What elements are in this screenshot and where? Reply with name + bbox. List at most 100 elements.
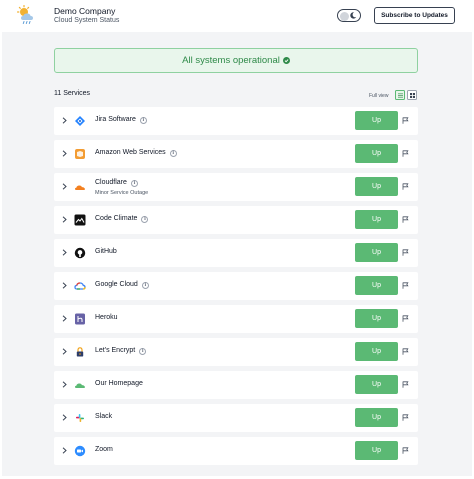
heroku-icon [74,313,86,325]
page-subtitle: Cloud System Status [54,17,120,24]
service-row[interactable]: Jira Software i Up [54,107,418,135]
grid-icon [409,92,415,98]
service-name: Let's Encrypt i [95,347,147,355]
chevron-right-icon[interactable] [62,282,67,289]
grid-view-button[interactable] [407,90,417,100]
services-count: 11 Services [54,90,91,97]
info-icon[interactable]: i [141,215,149,223]
chevron-right-icon[interactable] [62,348,67,355]
company-name: Demo Company [54,6,116,16]
toggle-knob [340,11,349,21]
lets-encrypt-icon [74,346,86,358]
service-name: GitHub [95,248,117,255]
info-icon[interactable]: i [139,347,147,355]
status-badge[interactable]: Up [355,276,398,295]
service-row[interactable]: Cloudflare i Minor Service Outage Up [54,173,418,201]
service-name-text: Zoom [95,446,113,453]
info-icon[interactable]: i [139,116,147,124]
chevron-right-icon[interactable] [62,414,67,421]
full-view-label: Full view [369,93,389,99]
flag-icon[interactable] [402,315,409,322]
cloudflare-icon [74,181,86,193]
service-row[interactable]: Code Climate i Up [54,206,418,234]
service-name: Amazon Web Services i [95,149,177,157]
list-view-button[interactable] [395,90,405,100]
info-icon[interactable]: i [169,149,177,157]
status-badge[interactable]: Up [355,408,398,427]
status-badge[interactable]: Up [355,144,398,163]
status-badge[interactable]: Up [355,375,398,394]
status-badge[interactable]: Up [355,243,398,262]
status-banner-text: All systems operational [182,55,280,66]
service-name: Google Cloud i [95,281,149,289]
info-icon[interactable]: i [130,179,138,187]
status-badge[interactable]: Up [355,342,398,361]
service-name: Jira Software i [95,116,147,124]
flag-icon[interactable] [402,282,409,289]
flag-icon[interactable] [402,414,409,421]
service-name-text: Cloudflare [95,179,127,186]
service-row[interactable]: Google Cloud i Up [54,272,418,300]
flag-icon[interactable] [402,447,409,454]
github-icon [74,247,86,259]
service-name-text: Let's Encrypt [95,347,136,354]
service-row[interactable]: Heroku Up [54,305,418,333]
theme-toggle[interactable] [337,9,361,22]
slack-icon [74,412,86,424]
check-circle-icon [282,56,290,64]
zoom-icon [74,445,86,457]
chevron-right-icon[interactable] [62,315,67,322]
service-name-text: Google Cloud [95,281,138,288]
service-name-text: Slack [95,413,113,420]
service-name-text: GitHub [95,248,117,255]
homepage-icon [74,379,86,391]
code-climate-icon [74,214,86,226]
flag-icon[interactable] [402,216,409,223]
chevron-right-icon[interactable] [62,150,67,157]
service-name-text: Amazon Web Services [95,149,166,156]
chevron-right-icon[interactable] [62,249,67,256]
status-badge[interactable]: Up [355,441,398,460]
chevron-right-icon[interactable] [62,183,67,190]
flag-icon[interactable] [402,117,409,124]
flag-icon[interactable] [402,150,409,157]
weather-logo-icon [17,5,33,24]
service-row[interactable]: Our Homepage Up [54,371,418,399]
flag-icon[interactable] [402,183,409,190]
flag-icon[interactable] [402,348,409,355]
service-subtext: Minor Service Outage [95,190,149,196]
flag-icon[interactable] [402,381,409,388]
chevron-right-icon[interactable] [62,381,67,388]
status-badge[interactable]: Up [355,309,398,328]
service-row[interactable]: GitHub Up [54,239,418,267]
status-badge[interactable]: Up [355,210,398,229]
status-banner: All systems operational [54,48,418,73]
status-badge[interactable]: Up [355,177,398,196]
service-name: Cloudflare i [95,179,138,187]
flag-icon[interactable] [402,249,409,256]
jira-icon [74,115,86,127]
info-icon[interactable]: i [141,281,149,289]
moon-icon [350,12,357,19]
service-name-text: Code Climate [95,215,138,222]
chevron-right-icon[interactable] [62,447,67,454]
service-row[interactable]: Slack Up [54,404,418,432]
subscribe-button[interactable]: Subscribe to Updates [374,7,455,24]
service-name: Heroku [95,314,118,321]
service-row[interactable]: Zoom Up [54,437,418,465]
header: Demo Company Cloud System Status Subscri… [0,0,474,32]
service-name-text: Jira Software [95,116,136,123]
service-name-text: Our Homepage [95,380,143,387]
service-name: Zoom [95,446,113,453]
service-name: Slack [95,413,112,420]
service-row[interactable]: Amazon Web Services i Up [54,140,418,168]
service-row[interactable]: Let's Encrypt i Up [54,338,418,366]
status-badge[interactable]: Up [355,111,398,130]
chevron-right-icon[interactable] [62,216,67,223]
google-cloud-icon [74,280,86,292]
aws-icon [74,148,86,160]
service-name: Code Climate i [95,215,149,223]
chevron-right-icon[interactable] [62,117,67,124]
service-name: Our Homepage [95,380,143,387]
list-icon [397,93,403,97]
